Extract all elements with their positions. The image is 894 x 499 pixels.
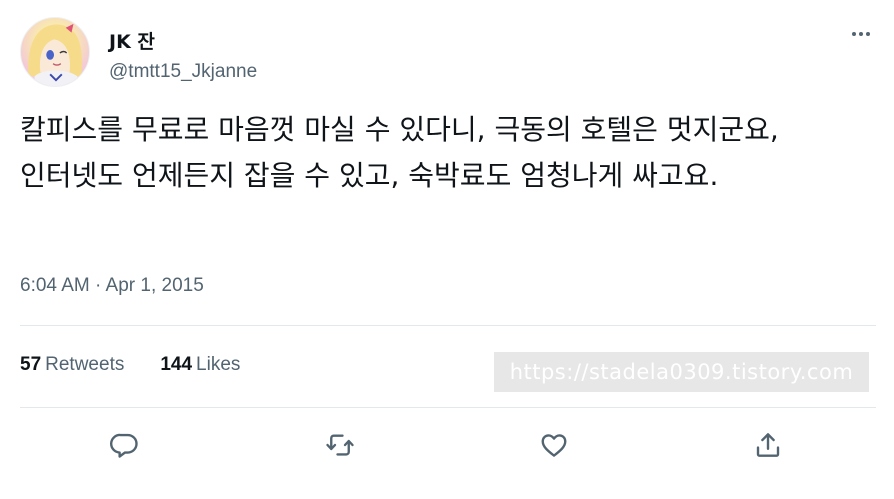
tweet-card: JK 잔 @tmtt15_Jkjanne 칼피스를 무료로 마음껏 마실 수 있… <box>0 0 894 499</box>
tweet-timestamp[interactable]: 6:04 AM · Apr 1, 2015 <box>20 275 204 297</box>
dot <box>852 32 856 36</box>
avatar-image-icon <box>28 23 82 86</box>
retweets-stat[interactable]: 57 Retweets <box>20 354 124 376</box>
retweets-label: Retweets <box>45 354 125 375</box>
author-name[interactable]: JK 잔 <box>109 27 155 54</box>
retweet-button[interactable] <box>322 427 358 463</box>
watermark: https://stadela0309.tistory.com <box>494 352 869 392</box>
heart-icon <box>541 434 567 457</box>
likes-count: 144 <box>160 354 193 375</box>
divider <box>20 407 876 408</box>
retweet-icon <box>326 434 354 456</box>
retweets-count: 57 <box>20 354 42 375</box>
tweet-text: 칼피스를 무료로 마음껏 마실 수 있다니, 극동의 호텔은 멋지군요, 인터넷… <box>20 113 779 192</box>
likes-stat[interactable]: 144 Likes <box>160 354 240 376</box>
divider <box>20 325 876 326</box>
more-dots-icon[interactable] <box>846 24 876 44</box>
share-button[interactable] <box>750 427 786 463</box>
reply-icon <box>110 433 138 458</box>
dot <box>866 32 870 36</box>
dot <box>859 32 863 36</box>
author-handle[interactable]: @tmtt15_Jkjanne <box>109 61 257 83</box>
reply-button[interactable] <box>106 427 142 463</box>
likes-label: Likes <box>196 354 241 375</box>
share-icon <box>756 433 780 457</box>
avatar[interactable] <box>20 17 90 87</box>
like-button[interactable] <box>536 427 572 463</box>
engagement-stats: 57 Retweets 144 Likes <box>20 354 240 376</box>
